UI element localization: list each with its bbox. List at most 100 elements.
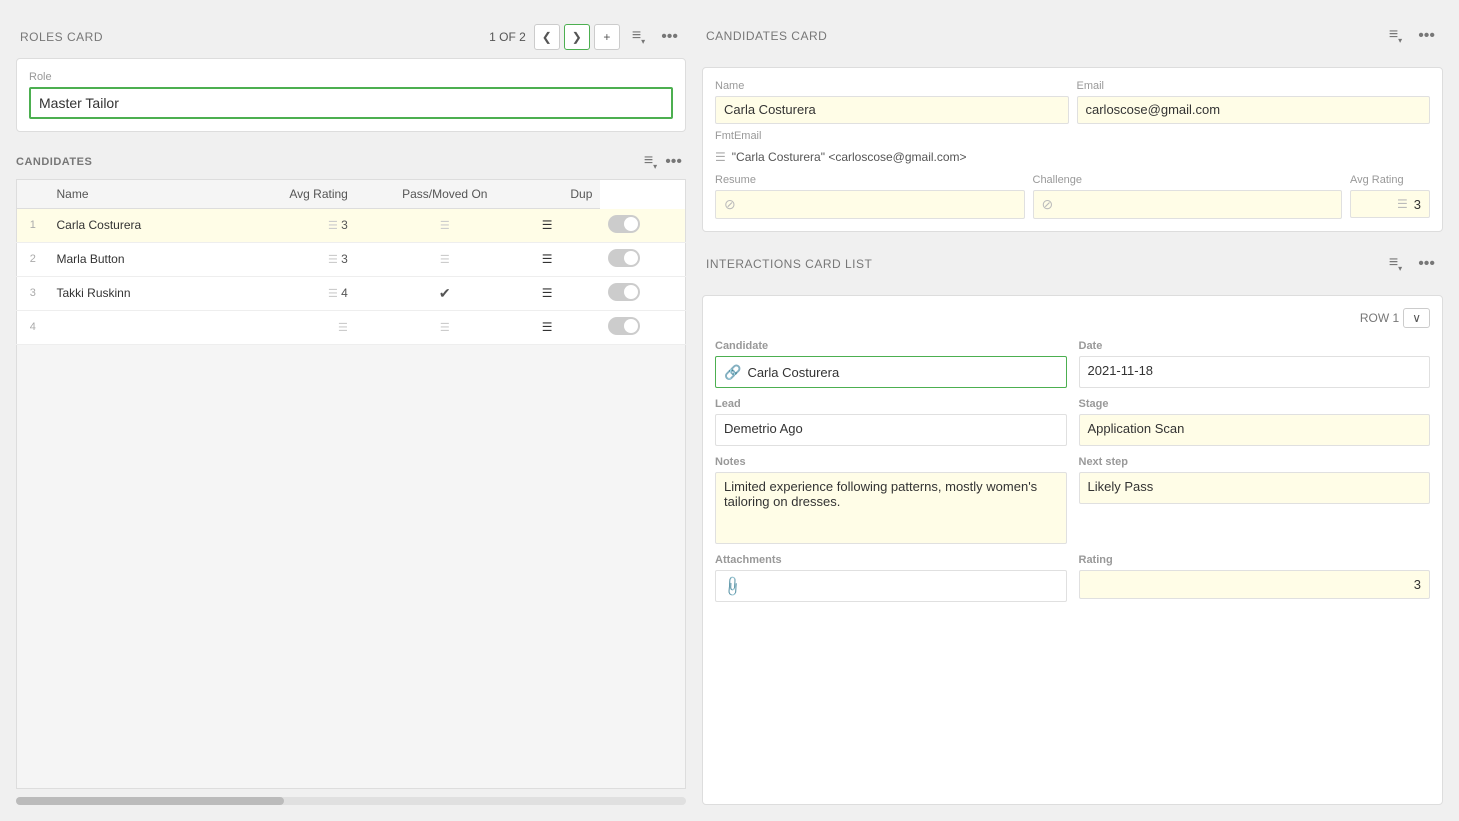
name-email-row: Name Carla Costurera Email carloscose@gm… — [715, 80, 1430, 124]
row-number: 4 — [17, 310, 49, 344]
interactions-filter-button[interactable]: ≡▾ — [1385, 252, 1406, 275]
int-attachments-label: Attachments — [715, 554, 1067, 566]
table-row[interactable]: 2Marla Button☰ 3☰☰ — [17, 242, 686, 276]
notes-nextstep-row: Notes Limited experience following patte… — [715, 456, 1430, 544]
row-doc-icon: ☰ — [534, 242, 601, 276]
row-name — [49, 310, 226, 344]
fmtemail-group: FmtEmail ☰ "Carla Costurera" <carloscose… — [715, 130, 1430, 168]
next-button[interactable]: ❯ — [564, 24, 590, 50]
table-row[interactable]: 3Takki Ruskinn☰ 4✔☰ — [17, 276, 686, 310]
dup-toggle[interactable] — [608, 283, 640, 301]
candidates-card-filter-button[interactable]: ≡▾ — [1385, 24, 1406, 47]
fmtemail-label: FmtEmail — [715, 130, 1430, 142]
col-pass: Pass/Moved On — [356, 180, 534, 209]
candidates-table: Name Avg Rating Pass/Moved On Dup 1Carla… — [16, 179, 686, 345]
roles-filter-button[interactable]: ≡▾ — [628, 25, 649, 48]
checkmark-icon: ✔ — [439, 285, 451, 301]
int-lead-value: Demetrio Ago — [715, 414, 1067, 446]
table-row[interactable]: 1Carla Costurera☰ 3☰☰ — [17, 209, 686, 243]
pass-icon: ☰ — [440, 254, 450, 266]
candidates-more-button[interactable]: ••• — [661, 151, 686, 173]
name-field-group: Name Carla Costurera — [715, 80, 1069, 124]
int-stage-group: Stage Application Scan — [1079, 398, 1431, 446]
row-pass: ☰ — [356, 310, 534, 344]
row-avg-rating: ☰ 4 — [225, 276, 356, 310]
avg-rating-doc-icon: ☰ — [1397, 197, 1408, 211]
candidates-card-header: CANDIDATES Card ≡▾ ••• — [702, 16, 1443, 55]
int-candidate-value: 🔗 Carla Costurera — [715, 356, 1067, 388]
int-lead-label: Lead — [715, 398, 1067, 410]
int-notes-group: Notes Limited experience following patte… — [715, 456, 1067, 544]
row-toggle-cell — [600, 209, 685, 243]
int-stage-label: Stage — [1079, 398, 1431, 410]
interactions-card-title: INTERACTIONS Card List — [706, 257, 872, 271]
challenge-paperclip-icon: ⊘ — [1042, 196, 1054, 213]
row-doc-icon: ☰ — [534, 209, 601, 243]
candidates-filter-button[interactable]: ≡▾ — [640, 150, 661, 173]
role-label: Role — [29, 71, 673, 83]
candidate-date-row: Candidate 🔗 Carla Costurera Date 2021-11… — [715, 340, 1430, 388]
candidates-section-title: CANDIDATES — [16, 156, 92, 168]
add-icon: + — [603, 30, 610, 44]
int-candidate-label: Candidate — [715, 340, 1067, 352]
roles-more-button[interactable]: ••• — [657, 26, 682, 48]
dup-toggle[interactable] — [608, 215, 640, 233]
resume-paperclip-icon: ⊘ — [724, 196, 736, 213]
add-button[interactable]: + — [594, 24, 620, 50]
right-panel: CANDIDATES Card ≡▾ ••• Name Carla Costur… — [702, 16, 1443, 805]
int-nextstep-label: Next step — [1079, 456, 1431, 468]
row-avg-rating: ☰ — [225, 310, 356, 344]
candidates-card-more-icon: ••• — [1418, 27, 1435, 45]
avg-rating-field-group: Avg Rating ☰ 3 — [1350, 174, 1430, 219]
row-name: Takki Ruskinn — [49, 276, 226, 310]
challenge-value: ⊘ — [1033, 190, 1343, 219]
row-selector: ROW 1 ∨ — [715, 308, 1430, 328]
int-candidate-group: Candidate 🔗 Carla Costurera — [715, 340, 1067, 388]
row-toggle-cell — [600, 242, 685, 276]
row-selector-button[interactable]: ∨ — [1403, 308, 1430, 328]
email-field-group: Email carloscose@gmail.com — [1077, 80, 1431, 124]
resume-label: Resume — [715, 174, 1025, 186]
email-label: Email — [1077, 80, 1431, 92]
dup-toggle[interactable] — [608, 317, 640, 335]
next-icon: ❯ — [572, 30, 582, 44]
int-lead-group: Lead Demetrio Ago — [715, 398, 1067, 446]
row-avg-rating: ☰ 3 — [225, 209, 356, 243]
int-rating-value: 3 — [1079, 570, 1431, 599]
candidates-more-icon: ••• — [665, 153, 682, 171]
table-row[interactable]: 4☰☰☰ — [17, 310, 686, 344]
roles-page-info: 1 OF 2 — [489, 30, 526, 44]
name-label: Name — [715, 80, 1069, 92]
row-name: Marla Button — [49, 242, 226, 276]
int-attachments-value: 📎 — [715, 570, 1067, 602]
pass-icon: ☰ — [440, 322, 450, 334]
candidates-card-more-button[interactable]: ••• — [1414, 25, 1439, 47]
interactions-card-body: ROW 1 ∨ Candidate 🔗 Carla Costurera Date… — [702, 295, 1443, 805]
interactions-more-icon: ••• — [1418, 255, 1435, 273]
filter-icon: ≡▾ — [632, 27, 645, 46]
prev-button[interactable]: ❮ — [534, 24, 560, 50]
interactions-more-button[interactable]: ••• — [1414, 253, 1439, 275]
int-notes-value: Limited experience following patterns, m… — [715, 472, 1067, 544]
roles-nav-group: 1 OF 2 ❮ ❯ + — [485, 24, 620, 50]
lead-stage-row: Lead Demetrio Ago Stage Application Scan — [715, 398, 1430, 446]
challenge-field-group: Challenge ⊘ — [1033, 174, 1343, 219]
role-input[interactable] — [29, 87, 673, 119]
resume-value: ⊘ — [715, 190, 1025, 219]
row-pass: ☰ — [356, 209, 534, 243]
avg-rating-num: 3 — [1414, 197, 1421, 212]
resume-challenge-rating-row: Resume ⊘ Challenge ⊘ Avg Rating ☰ 3 — [715, 174, 1430, 219]
row-number: 1 — [17, 209, 49, 243]
row-list-icon: ☰ — [542, 286, 553, 300]
int-stage-value: Application Scan — [1079, 414, 1431, 446]
dup-toggle[interactable] — [608, 249, 640, 267]
row-list-icon: ☰ — [542, 252, 553, 266]
candidate-email-value: carloscose@gmail.com — [1077, 96, 1431, 124]
scrollbar-thumb — [16, 797, 284, 805]
horizontal-scrollbar[interactable] — [16, 797, 686, 805]
challenge-label: Challenge — [1033, 174, 1343, 186]
chevron-down-icon: ∨ — [1412, 311, 1421, 325]
roles-card-title: ROLES Card — [20, 30, 103, 44]
candidates-tbody: 1Carla Costurera☰ 3☰☰2Marla Button☰ 3☰☰3… — [17, 209, 686, 345]
col-dup: Dup — [534, 180, 601, 209]
